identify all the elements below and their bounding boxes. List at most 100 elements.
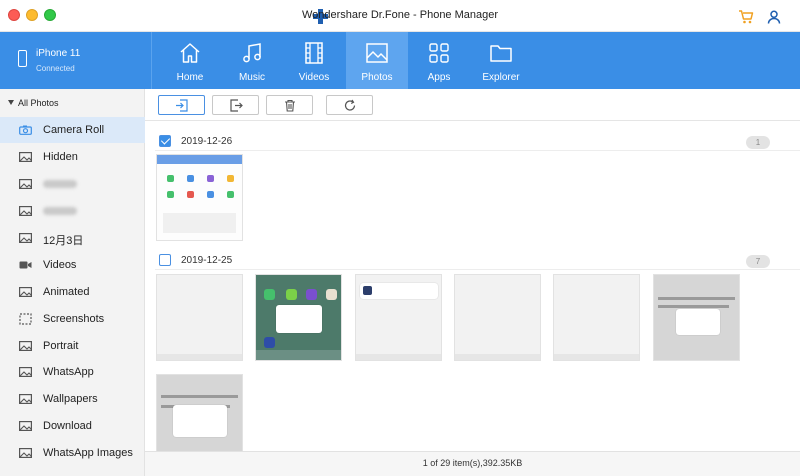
import-icon	[176, 99, 188, 112]
dialog-box	[173, 405, 227, 437]
sidebar: All Photos Camera Roll Hidden 12月3日 Vide…	[0, 89, 145, 476]
top-navigation: iPhone 11 Connected Home Music Videos Ph…	[0, 32, 800, 89]
app-icon	[207, 175, 214, 182]
sidebar-item-label: Screenshots	[43, 313, 105, 325]
sidebar-item-animated[interactable]: Animated	[0, 279, 145, 305]
tab-music-label: Music	[238, 72, 266, 83]
sidebar-item-label: Videos	[43, 259, 77, 271]
sidebar-item-whatsapp-images[interactable]: WhatsApp Images	[0, 440, 145, 466]
text-line	[161, 395, 238, 398]
status-bar: 1 of 29 item(s),392.35KB	[145, 451, 800, 476]
all-photos-label: All Photos	[18, 98, 59, 108]
image-icon	[19, 394, 32, 404]
device-name: iPhone 11	[36, 48, 81, 59]
thumbnail-footer	[455, 354, 540, 360]
photo-thumbnail[interactable]	[653, 274, 740, 361]
image-icon	[19, 206, 32, 216]
image-icon	[19, 448, 32, 458]
sidebar-item-whatsapp[interactable]: WhatsApp	[0, 359, 145, 385]
group-count-badge: 7	[746, 255, 770, 268]
group-checkbox[interactable]	[159, 135, 171, 147]
delete-button[interactable]	[266, 95, 313, 115]
group-checkbox[interactable]	[159, 254, 171, 266]
device-status: Connected	[36, 64, 75, 73]
tab-explorer[interactable]: Explorer	[470, 32, 532, 89]
photo-thumbnail[interactable]	[553, 274, 640, 361]
app-icon	[187, 175, 194, 182]
text-line	[658, 297, 735, 300]
tab-music[interactable]: Music	[221, 32, 283, 89]
image-icon	[19, 152, 32, 162]
tab-home[interactable]: Home	[159, 32, 221, 89]
all-photos-header[interactable]: All Photos	[8, 98, 59, 108]
divider	[155, 150, 800, 151]
app-icon	[326, 289, 337, 300]
sidebar-item-label: WhatsApp	[43, 366, 94, 378]
sidebar-item-blurred-2[interactable]	[0, 198, 145, 224]
thumbnail-footer	[554, 354, 639, 360]
sidebar-item-label: Wallpapers	[43, 393, 98, 405]
caret-down-icon	[8, 100, 14, 105]
app-icon	[227, 191, 234, 198]
tab-videos[interactable]: Videos	[283, 32, 345, 89]
export-button[interactable]	[212, 95, 259, 115]
blurred-label	[43, 207, 77, 215]
dialog-box	[276, 305, 322, 333]
device-panel[interactable]: iPhone 11 Connected	[0, 32, 152, 89]
app-icon	[264, 337, 275, 348]
refresh-button[interactable]	[326, 95, 373, 115]
thumbnail-footer	[356, 354, 441, 360]
dock-area	[163, 213, 236, 233]
app-icon	[207, 191, 214, 198]
tab-apps[interactable]: Apps	[408, 32, 470, 89]
video-camera-icon	[19, 261, 32, 269]
photo-thumbnail[interactable]	[156, 374, 243, 451]
screenshot-icon	[19, 313, 32, 325]
tab-photos[interactable]: Photos	[346, 32, 408, 89]
sidebar-item-wallpapers[interactable]: Wallpapers	[0, 386, 145, 412]
app-icon	[264, 289, 275, 300]
cart-icon[interactable]	[738, 10, 754, 24]
divider	[155, 269, 800, 270]
folder-icon	[490, 45, 512, 62]
image-icon	[19, 287, 32, 297]
import-button[interactable]	[158, 95, 205, 115]
sidebar-item-label: Download	[43, 420, 92, 432]
sidebar-item-videos[interactable]: Videos	[0, 252, 145, 278]
status-text: 1 of 29 item(s),392.35KB	[422, 458, 523, 468]
photo-thumbnail[interactable]	[255, 274, 342, 361]
sidebar-item-label: Portrait	[43, 340, 79, 352]
sidebar-item-hidden[interactable]: Hidden	[0, 144, 145, 170]
group-date: 2019-12-26	[181, 136, 233, 147]
user-icon[interactable]	[767, 10, 781, 24]
camera-icon	[19, 125, 32, 135]
phone-icon	[18, 50, 27, 67]
export-icon	[230, 99, 243, 112]
sidebar-item-label: Animated	[43, 286, 90, 298]
sidebar-item-screenshots[interactable]: Screenshots	[0, 306, 145, 332]
group-date: 2019-12-25	[181, 255, 233, 266]
app-icon	[363, 286, 372, 295]
film-icon	[305, 42, 323, 64]
tab-home-label: Home	[176, 72, 204, 83]
group-header: 2019-12-25 7	[145, 251, 800, 271]
photo-thumbnail[interactable]	[355, 274, 442, 361]
window-title: Wondershare Dr.Fone - Phone Manager	[301, 9, 499, 21]
photo-thumbnail[interactable]	[454, 274, 541, 361]
photo-thumbnail[interactable]	[156, 274, 243, 361]
tab-apps-label: Apps	[427, 72, 451, 83]
sidebar-item-dec3[interactable]: 12月3日	[0, 225, 145, 251]
sidebar-item-portrait[interactable]: Portrait	[0, 333, 145, 359]
photo-grid: 2019-12-26 1 2019-12-25 7	[145, 121, 800, 451]
sidebar-item-download[interactable]: Download	[0, 413, 145, 439]
sidebar-item-label: Camera Roll	[43, 124, 105, 136]
app-icon	[227, 175, 234, 182]
sidebar-item-camera-roll[interactable]: Camera Roll	[0, 117, 145, 143]
screenshot-header	[157, 155, 242, 164]
sidebar-item-label: 12月3日	[43, 235, 84, 247]
photo-thumbnail[interactable]	[156, 154, 243, 241]
music-icon	[243, 43, 261, 63]
image-icon	[19, 341, 32, 351]
app-icon	[167, 191, 174, 198]
sidebar-item-blurred-1[interactable]	[0, 171, 145, 197]
